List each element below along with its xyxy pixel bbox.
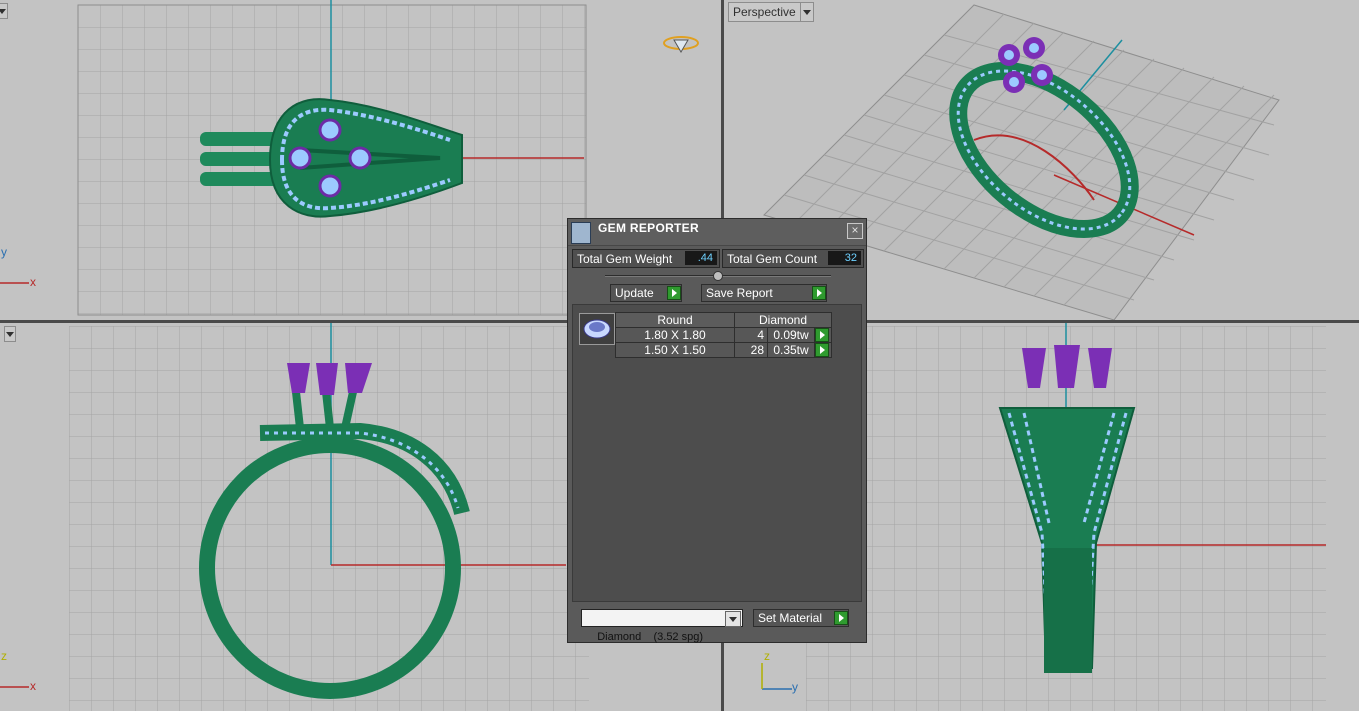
update-button-label: Update	[615, 286, 654, 300]
row-select-button[interactable]	[814, 327, 832, 343]
gem-weight: 0.35tw	[767, 342, 815, 358]
viewport-front-menu[interactable]	[4, 326, 16, 342]
material-select[interactable]: Diamond (3.52 spg)	[581, 609, 743, 643]
axis-label-z: z	[1, 649, 7, 663]
gem-size: 1.80 X 1.80	[615, 327, 735, 343]
viewport-top-menu[interactable]	[0, 3, 8, 19]
play-icon	[834, 611, 848, 625]
gem-reporter-panel: GEM REPORTER × Total Gem Weight .44 Tota…	[567, 218, 867, 643]
update-button[interactable]: Update	[610, 284, 682, 302]
viewport-mode-label: Perspective	[733, 5, 796, 19]
material-select-value: Diamond (3.52 spg)	[597, 631, 704, 643]
row-select-button[interactable]	[814, 342, 832, 358]
viewport-mode-dropdown[interactable]: Perspective	[728, 2, 814, 22]
play-icon	[667, 286, 681, 300]
play-icon	[815, 328, 829, 342]
gem-reporter-titlebar[interactable]: GEM REPORTER ×	[568, 219, 866, 246]
gem-count: 4	[734, 327, 768, 343]
chevron-down-icon[interactable]	[799, 3, 813, 21]
gem-reporter-title: GEM REPORTER	[598, 221, 699, 235]
gem-table-header-material: Diamond	[734, 312, 832, 328]
total-gem-weight-label: Total Gem Weight	[577, 251, 673, 266]
gem-table: Round Diamond 1.80 X 1.80 4 0.09tw 1.50 …	[615, 312, 832, 358]
dropdown-arrow-icon[interactable]	[725, 611, 741, 627]
play-icon	[812, 286, 826, 300]
gem-list: Round Diamond 1.80 X 1.80 4 0.09tw 1.50 …	[572, 304, 862, 602]
gem-table-header: Round Diamond	[615, 312, 832, 328]
total-gem-count-value: 32	[828, 251, 861, 265]
gem-weight: 0.09tw	[767, 327, 815, 343]
gem-size: 1.50 X 1.50	[615, 342, 735, 358]
gem-count: 28	[734, 342, 768, 358]
slider-handle[interactable]	[713, 271, 723, 281]
total-gem-count-label: Total Gem Count	[727, 251, 818, 266]
close-icon[interactable]: ×	[847, 223, 863, 239]
total-gem-weight-field: Total Gem Weight .44	[572, 249, 720, 268]
axis-label-y: y	[792, 680, 798, 694]
total-gem-count-field: Total Gem Count 32	[722, 249, 864, 268]
set-material-button[interactable]: Set Material	[753, 609, 849, 627]
gem-table-header-shape: Round	[615, 312, 735, 328]
axis-label-x: x	[30, 275, 36, 289]
gem-reporter-icon	[571, 222, 591, 244]
table-row[interactable]: 1.80 X 1.80 4 0.09tw	[615, 327, 832, 343]
axis-label-z: z	[764, 649, 770, 663]
save-report-button-label: Save Report	[706, 286, 773, 300]
total-gem-weight-value: .44	[685, 251, 717, 265]
gem-gizmo-icon[interactable]	[663, 36, 699, 53]
table-row[interactable]: 1.50 X 1.50 28 0.35tw	[615, 342, 832, 358]
axis-label-y: y	[1, 245, 7, 259]
diamond-thumbnail-icon[interactable]	[579, 313, 615, 345]
save-report-button[interactable]: Save Report	[701, 284, 827, 302]
set-material-button-label: Set Material	[758, 611, 823, 625]
play-icon	[815, 343, 829, 357]
axis-label-x: x	[30, 679, 36, 693]
